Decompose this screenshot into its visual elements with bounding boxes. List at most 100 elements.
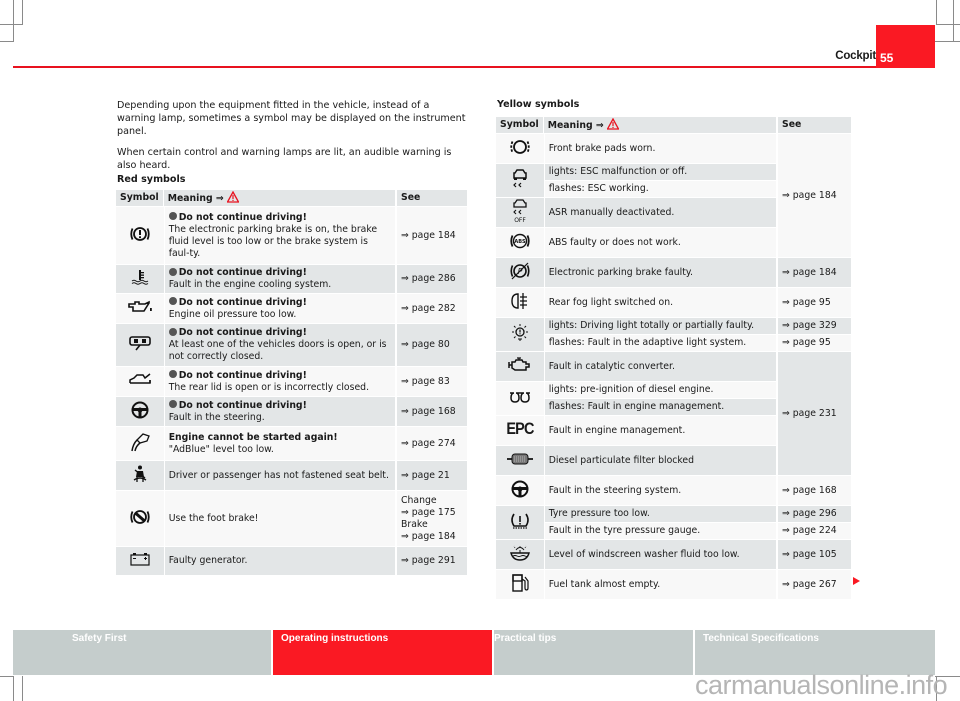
- meaning-cell: Level of windscreen washer fluid too low…: [543, 540, 776, 570]
- crop-mark: [953, 0, 954, 42]
- meaning-cell: lights: Driving light totally or partial…: [543, 318, 776, 335]
- asr-off-icon: OFF: [496, 198, 544, 228]
- footer-tab-practical-tips[interactable]: Practical tips: [494, 630, 693, 675]
- page-link[interactable]: ⇒ page 95: [776, 335, 851, 352]
- meaning-cell: Do not continue driving! The electronic p…: [163, 207, 395, 265]
- page-link[interactable]: ⇒ page 95: [776, 288, 851, 318]
- oil-pressure-icon: [116, 294, 164, 324]
- table-row: Level of windscreen washer fluid too low…: [496, 540, 851, 570]
- meaning-cell: Do not continue driving! At least one of …: [163, 324, 395, 367]
- crop-mark: [22, 0, 23, 25]
- crop-mark: [936, 24, 960, 25]
- column-header-symbol: Symbol: [496, 117, 544, 134]
- warning-heading: Do not continue driving!: [178, 211, 307, 223]
- seat-belt-icon: [116, 461, 164, 491]
- page-link[interactable]: ⇒ page 184: [395, 207, 467, 265]
- meaning-cell: Fault in the steering system.: [543, 476, 776, 506]
- brake-warning-icon: [116, 207, 164, 265]
- table-row: Fault in the steering system. ⇒ page 168: [496, 476, 851, 506]
- warning-heading: Do not continue driving!: [178, 327, 307, 338]
- yellow-symbols-heading: Yellow symbols: [497, 99, 580, 110]
- warning-triangle-icon: [606, 118, 620, 130]
- page-link[interactable]: ⇒ page 184: [776, 134, 851, 258]
- crop-mark: [935, 41, 960, 42]
- table-row: Do not continue driving! The electronic p…: [116, 207, 467, 265]
- page-link[interactable]: ⇒ page 105: [776, 540, 851, 570]
- meaning-cell: flashes: ESC working.: [543, 181, 776, 198]
- continue-arrow-icon[interactable]: [853, 577, 860, 585]
- page-link[interactable]: ⇒ page 267: [776, 570, 851, 600]
- page-link[interactable]: ⇒ page 168: [776, 476, 851, 506]
- meaning-text: Fault in the steering.: [168, 411, 265, 423]
- warning-heading: Engine cannot be started again!: [168, 431, 338, 443]
- meaning-text: Fault in the engine cooling system.: [168, 279, 332, 290]
- stop-icon: [168, 267, 177, 276]
- washer-fluid-icon: [496, 540, 544, 570]
- meaning-cell: lights: ESC malfunction or off.: [543, 164, 776, 181]
- column-header-see: See: [776, 117, 851, 134]
- table-row: Do not continue driving! At least one of …: [116, 324, 467, 367]
- page-link[interactable]: ⇒ page 286: [395, 265, 467, 294]
- fuel-icon: [496, 570, 544, 600]
- adblue-icon: [116, 427, 164, 461]
- page-link[interactable]: ⇒ page 80: [395, 324, 467, 367]
- page-link[interactable]: ⇒ page 291: [395, 547, 467, 576]
- see-label: Brake: [401, 518, 428, 530]
- page-link[interactable]: ⇒ page 274: [395, 427, 467, 461]
- tyre-pressure-icon: [496, 506, 544, 540]
- page-link[interactable]: ⇒ page 231: [776, 352, 851, 476]
- page-link[interactable]: ⇒ page 175: [401, 507, 463, 519]
- column-header-see: See: [395, 190, 467, 207]
- crop-mark: [13, 0, 14, 42]
- page-link[interactable]: ⇒ page 296: [776, 506, 851, 523]
- stop-icon: [168, 297, 177, 305]
- header-rule: [13, 66, 476, 68]
- table-header-row: Symbol Meaning ⇒ See: [116, 190, 467, 207]
- footer-tab-safety-first[interactable]: Safety First: [13, 630, 271, 675]
- meaning-cell: Use the foot brake!: [163, 491, 395, 547]
- meaning-cell: Do not continue driving! Fault in the eng…: [163, 265, 395, 294]
- page-link[interactable]: ⇒ page 224: [776, 523, 851, 540]
- meaning-cell: Do not continue driving! Engine oil press…: [163, 294, 395, 324]
- particulate-filter-icon: [496, 446, 544, 476]
- rear-fog-light-icon: [496, 288, 544, 318]
- meaning-cell: Rear fog light switched on.: [543, 288, 776, 318]
- icon-label: ABS: [514, 239, 526, 245]
- table-row: Use the foot brake! Change ⇒ page 175 Br…: [116, 491, 467, 547]
- yellow-symbols-table: Symbol Meaning ⇒ See Front brake pads wo…: [496, 117, 851, 600]
- meaning-cell: Electronic parking brake faulty.: [543, 258, 776, 288]
- meaning-cell: Fault in engine management.: [543, 416, 776, 446]
- steering-wheel-icon: [496, 476, 544, 506]
- table-row: Faulty generator. ⇒ page 291: [116, 547, 467, 576]
- page-link[interactable]: ⇒ page 83: [395, 367, 467, 397]
- table-row: Front brake pads worn. ⇒ page 184: [496, 134, 851, 258]
- meaning-text: The rear lid is open or is incorrectly c…: [168, 381, 370, 393]
- page-link[interactable]: ⇒ page 184: [776, 258, 851, 288]
- page-link[interactable]: ⇒ page 329: [776, 318, 851, 335]
- column-header-symbol: Symbol: [116, 190, 164, 207]
- table-row: Engine cannot be started again! "AdBlue" …: [116, 427, 467, 461]
- column-header-meaning: Meaning ⇒: [543, 117, 776, 134]
- meaning-cell: flashes: Fault in engine management.: [543, 399, 776, 416]
- icon-label: OFF: [514, 217, 526, 223]
- intro-paragraph: When certain control and warning lamps a…: [117, 147, 452, 171]
- table-header-row: Symbol Meaning ⇒ See: [496, 117, 851, 134]
- red-symbols-heading: Red symbols: [117, 174, 186, 185]
- esc-icon: [496, 164, 544, 198]
- page-link[interactable]: ⇒ page 184: [401, 531, 463, 543]
- table-row: Fuel tank almost empty. ⇒ page 267: [496, 570, 851, 600]
- crop-mark: [0, 41, 14, 42]
- glow-plug-icon: [496, 382, 544, 416]
- page-link[interactable]: ⇒ page 21: [395, 461, 467, 491]
- see-label: Change: [401, 494, 437, 506]
- table-row: Driver or passenger has not fastened sea…: [116, 461, 467, 491]
- footer-tab-technical-specifications[interactable]: Technical Specifications: [695, 630, 935, 675]
- footer-tab-operating-instructions[interactable]: Operating instructions: [273, 630, 492, 675]
- warning-heading: Do not continue driving!: [178, 267, 307, 278]
- foot-brake-icon: [116, 491, 164, 547]
- door-open-icon: [116, 324, 164, 367]
- meaning-cell: Driver or passenger has not fastened sea…: [163, 461, 395, 491]
- page-link[interactable]: ⇒ page 282: [395, 294, 467, 324]
- meaning-text: The electronic parking brake is on, the …: [168, 223, 378, 259]
- page-link[interactable]: ⇒ page 168: [395, 397, 467, 427]
